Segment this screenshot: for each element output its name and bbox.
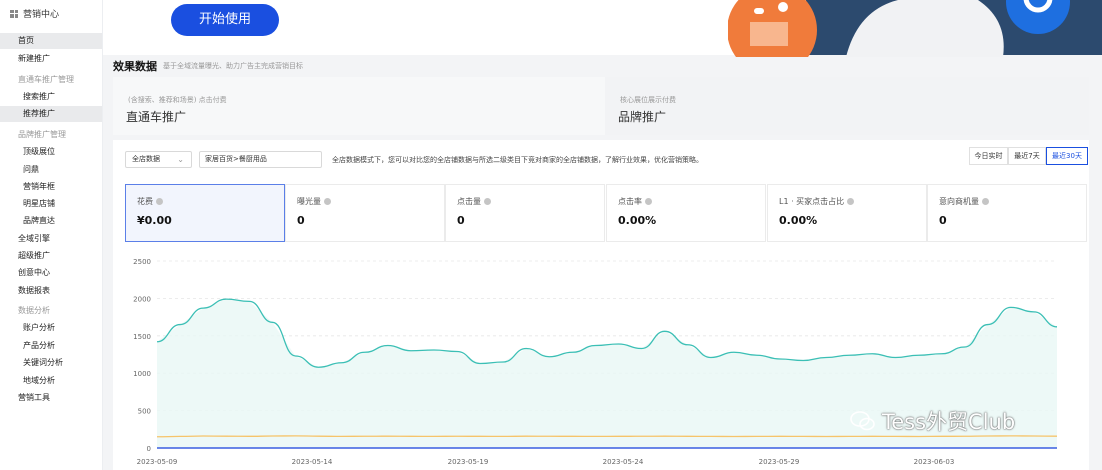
y-tick-label: 1500: [133, 333, 151, 341]
sidebar-item: 品牌推广管理: [18, 130, 66, 139]
product-card-brand[interactable]: 核心展位展示付费 品牌推广: [605, 77, 1089, 135]
sidebar-item[interactable]: 数据报表: [0, 283, 102, 299]
x-tick-label: 2023-05-14: [292, 458, 333, 466]
category-select[interactable]: 家居百货>餐厨用品: [199, 151, 322, 168]
x-tick-label: 2023-05-29: [759, 458, 800, 466]
scope-notice: 全店数据模式下，您可以对比您的全店铺数据与所选二级类目下竞对商家的全店铺数据，了…: [332, 156, 703, 164]
sidebar-item: 直通车推广管理: [18, 75, 74, 84]
product-card-zhitongche[interactable]: (含搜索、推荐和场景) 点击付费 直通车推广: [113, 77, 605, 135]
help-icon[interactable]: [324, 198, 331, 205]
metric-tile[interactable]: 曝光量 0: [285, 184, 445, 242]
metric-label: 花费: [137, 196, 163, 207]
sidebar-item[interactable]: 首页: [0, 33, 102, 49]
range-30days[interactable]: 最近30天: [1046, 147, 1088, 165]
x-tick-label: 2023-05-19: [448, 458, 489, 466]
metric-tile[interactable]: 点击量 0: [445, 184, 605, 242]
sidebar-item[interactable]: 搜索推广: [0, 89, 102, 105]
metric-tile[interactable]: 意向商机量 0: [927, 184, 1087, 242]
product-card-name: 直通车推广: [126, 110, 187, 124]
y-tick-label: 0: [147, 445, 151, 453]
sidebar-item[interactable]: 推荐推广: [0, 106, 102, 122]
metric-value: 0.00%: [779, 214, 818, 227]
sidebar-item[interactable]: 营销工具: [0, 390, 102, 406]
x-tick-label: 2023-05-24: [603, 458, 644, 466]
product-card-name: 品牌推广: [618, 110, 667, 124]
y-tick-label: 2500: [133, 258, 151, 266]
metric-tile[interactable]: L1 · 买家点击占比 0.00%: [767, 184, 927, 242]
sidebar-item[interactable]: 关键词分析: [0, 355, 102, 371]
range-today[interactable]: 今日实时: [969, 147, 1008, 165]
sidebar-header[interactable]: 营销中心: [10, 7, 59, 20]
sidebar-item[interactable]: 营销年框: [0, 179, 102, 195]
metric-label-text: 点击量: [457, 197, 481, 206]
watermark-text: Tess外贸Club: [882, 410, 1016, 434]
sidebar-item[interactable]: 账户分析: [0, 320, 102, 336]
help-icon[interactable]: [847, 198, 855, 205]
y-tick-label: 1000: [133, 370, 151, 378]
scope-select[interactable]: 全店数据 ⌄: [125, 151, 192, 168]
sidebar-item[interactable]: 地域分析: [0, 373, 102, 389]
metric-label: 点击量: [457, 196, 491, 207]
sidebar-item[interactable]: 超级推广: [0, 248, 102, 264]
effect-data-title: 效果数据: [113, 60, 157, 73]
product-card-sub: 核心展位展示付费: [620, 96, 676, 104]
metric-label-text: 花费: [137, 197, 153, 206]
sidebar-item[interactable]: 问鼎: [0, 162, 102, 178]
chevron-down-icon: ⌄: [177, 155, 184, 164]
metric-label-text: 曝光量: [297, 197, 321, 206]
metric-tile[interactable]: 点击率 0.00%: [606, 184, 766, 242]
sidebar-item[interactable]: 创意中心: [0, 265, 102, 281]
help-icon[interactable]: [484, 198, 491, 205]
metric-label: 曝光量: [297, 196, 331, 207]
help-icon[interactable]: [982, 198, 989, 205]
x-tick-label: 2023-06-03: [914, 458, 955, 466]
trend-chart: 2500 2000 1500 1000 500 0 2023-05-09 2023-05-14…: [133, 258, 1058, 466]
x-tick-label: 2023-05-09: [137, 458, 178, 466]
sidebar-item: 数据分析: [18, 306, 50, 315]
start-button[interactable]: 开始使用: [171, 4, 279, 36]
effect-data-desc: 基于全域流量曝光、助力广告主完成营销目标: [163, 62, 303, 70]
banner-illustration: [728, 0, 1102, 57]
metric-label: 点击率: [618, 196, 652, 207]
product-card-sub: (含搜索、推荐和场景) 点击付费: [128, 96, 227, 104]
metric-value: 0: [457, 214, 465, 227]
metric-value: 0: [939, 214, 947, 227]
metric-label: 意向商机量: [939, 196, 989, 207]
help-icon[interactable]: [645, 198, 652, 205]
sidebar: 营销中心 首页 新建推广 直通车推广管理 搜索推广 推荐推广 品牌推广管理 顶级展位 问鼎 营销…: [0, 0, 103, 470]
range-7days[interactable]: 最近7天: [1008, 147, 1046, 165]
metric-tile[interactable]: 花费 ¥0.00: [125, 184, 285, 242]
metric-value: 0: [297, 214, 305, 227]
metric-value: ¥0.00: [137, 214, 172, 227]
watermark: Tess外贸Club: [850, 406, 1015, 436]
y-tick-label: 500: [138, 408, 151, 416]
sidebar-item[interactable]: 明星店铺: [0, 196, 102, 212]
scope-select-value: 全店数据: [132, 155, 160, 163]
sidebar-item[interactable]: 全域引擎: [0, 231, 102, 247]
metric-label-text: 点击率: [618, 197, 642, 206]
grid-icon: [10, 9, 18, 18]
sidebar-header-label: 营销中心: [23, 10, 60, 20]
y-tick-label: 2000: [133, 295, 151, 303]
sidebar-item[interactable]: 顶级展位: [0, 144, 102, 160]
metric-label-text: 意向商机量: [939, 197, 979, 206]
sidebar-item[interactable]: 产品分析: [0, 338, 102, 354]
metric-label: L1 · 买家点击占比: [779, 196, 855, 207]
help-icon[interactable]: [156, 198, 163, 205]
product-cards: (含搜索、推荐和场景) 点击付费 直通车推广 核心展位展示付费 品牌推广: [113, 77, 1089, 135]
metric-label-text: L1 · 买家点击占比: [779, 197, 845, 206]
sidebar-item[interactable]: 品牌直达: [0, 213, 102, 229]
sidebar-item[interactable]: 新建推广: [0, 51, 102, 67]
metric-value: 0.00%: [618, 214, 657, 227]
wechat-icon: [850, 411, 875, 431]
